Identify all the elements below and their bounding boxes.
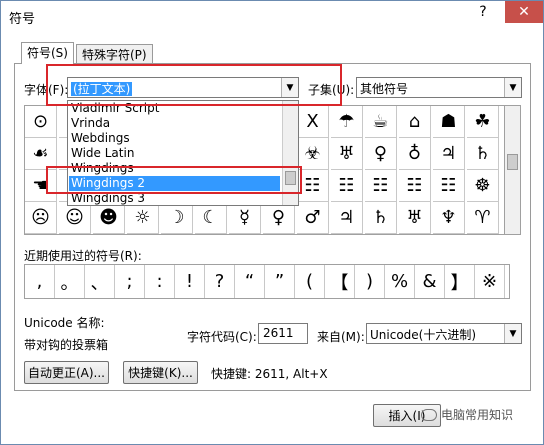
subset-combobox[interactable]: 其他符号 ▼ (356, 77, 522, 98)
tab-symbols[interactable]: 符号(S) (21, 42, 74, 64)
subset-value: 其他符号 (360, 82, 409, 96)
font-combobox[interactable]: (拉丁文本) ▼ (67, 77, 299, 98)
recent-symbol-cell[interactable]: ( (295, 265, 325, 298)
font-dropdown-scrollbar[interactable] (282, 101, 298, 205)
watermark-text: 电脑常用知识 (441, 408, 514, 422)
symbol-cell[interactable]: ⌂ (399, 106, 431, 138)
symbol-cell[interactable]: ♀ (263, 202, 295, 234)
unicode-name-value: 带对钩的投票箱 (24, 338, 109, 352)
symbol-cell[interactable]: ☷ (399, 170, 431, 202)
font-option[interactable]: Wingdings (71, 161, 134, 176)
recent-symbol-cell[interactable]: 、 (85, 265, 115, 298)
from-combobox[interactable]: Unicode(十六进制) ▼ (366, 323, 522, 344)
font-option[interactable]: Webdings (71, 131, 130, 146)
recent-label: 近期使用过的符号(R): (24, 249, 142, 263)
symbol-cell[interactable]: ♃ (433, 138, 465, 170)
symbol-cell[interactable]: ♄ (365, 202, 397, 234)
recent-symbol-cell[interactable]: 。 (55, 265, 85, 298)
from-label: 来自(M): (317, 330, 365, 344)
char-code-label: 字符代码(C): (187, 330, 257, 344)
font-option[interactable]: Vrinda (71, 116, 110, 131)
from-dropdown-arrow-icon[interactable]: ▼ (504, 324, 521, 343)
symbol-cell[interactable]: ☺ (59, 202, 91, 234)
symbol-cell[interactable]: ♀ (365, 138, 397, 170)
shortcut-key-button[interactable]: 快捷键(K)... (123, 361, 198, 384)
close-button[interactable]: ✕ (505, 1, 543, 23)
symbol-cell[interactable]: ☾ (195, 202, 227, 234)
recent-symbol-cell[interactable]: , (25, 265, 55, 298)
subset-dropdown-arrow-icon[interactable]: ▼ (504, 78, 521, 97)
help-button[interactable]: ? (461, 1, 505, 23)
subset-label: 子集(U): (308, 83, 355, 97)
symbol-cell[interactable]: Χ (297, 106, 329, 138)
font-option[interactable]: Vladimir Script (71, 101, 159, 116)
symbol-cell[interactable]: ☚ (25, 170, 57, 202)
font-option-selected[interactable]: Wingdings 2 (69, 176, 280, 191)
symbol-cell[interactable]: ♅ (331, 138, 363, 170)
recent-symbol-cell[interactable]: % (385, 265, 415, 298)
recent-symbol-cell[interactable]: : (145, 265, 175, 298)
symbol-cell[interactable]: ☼ (127, 202, 159, 234)
recent-symbols-row: ,。、;:!? “”(【)% &】 ※ (24, 264, 510, 299)
recent-symbol-cell[interactable]: ; (115, 265, 145, 298)
recent-symbol-cell[interactable]: ” (265, 265, 295, 298)
recent-symbol-cell[interactable]: 【 (325, 265, 355, 298)
symbol-cell[interactable]: ♂ (297, 202, 329, 234)
symbol-cell[interactable]: ☷ (365, 170, 397, 202)
symbol-cell[interactable]: ☸ (467, 170, 499, 202)
symbol-cell[interactable]: ♈ (467, 202, 499, 234)
symbol-grid-scrollbar[interactable] (504, 105, 521, 235)
recent-symbol-cell[interactable]: ) (355, 265, 385, 298)
shortcut-info: 快捷键: 2611, Alt+X (211, 367, 328, 381)
symbol-cell[interactable]: ♃ (331, 202, 363, 234)
font-value: (拉丁文本) (71, 82, 133, 96)
symbol-cell[interactable]: ☷ (433, 170, 465, 202)
watermark: 电脑常用知识 (421, 406, 513, 423)
symbol-cell[interactable]: ♄ (467, 138, 499, 170)
symbol-cell[interactable]: ☣ (297, 138, 329, 170)
symbol-cell[interactable]: ☻ (93, 202, 125, 234)
font-dropdown-list: Vladimir Script Vrinda Webdings Wide Lat… (67, 100, 299, 206)
recent-symbol-cell[interactable]: ※ (475, 265, 505, 298)
symbol-cell[interactable]: ☷ (331, 170, 363, 202)
recent-symbol-cell[interactable]: “ (235, 265, 265, 298)
recent-symbol-cell[interactable]: 】 (445, 265, 475, 298)
font-option[interactable]: Wide Latin (71, 146, 134, 161)
scrollbar-thumb[interactable] (507, 154, 518, 170)
wechat-icon (421, 408, 437, 421)
symbol-dialog: 符号 ? ✕ 符号(S) 特殊字符(P) 字体(F): (拉丁文本) ▼ 子集(… (0, 0, 544, 445)
recent-symbol-cell[interactable]: ? (205, 265, 235, 298)
symbol-cell[interactable]: ☽ (161, 202, 193, 234)
recent-symbol-cell[interactable]: ! (175, 265, 205, 298)
symbol-cell[interactable]: ☷ (297, 170, 329, 202)
symbol-cell[interactable]: ☹ (25, 202, 57, 234)
symbol-cell[interactable]: ♁ (399, 138, 431, 170)
autocorrect-button[interactable]: 自动更正(A)... (24, 361, 109, 384)
tab-special-characters[interactable]: 特殊字符(P) (76, 44, 153, 63)
symbol-cell[interactable]: ☘ (467, 106, 499, 138)
symbol-cell[interactable]: ☙ (25, 138, 57, 170)
title-bar: 符号 ? ✕ (1, 1, 543, 31)
recent-symbol-cell[interactable]: & (415, 265, 445, 298)
symbol-cell[interactable]: ☿ (229, 202, 261, 234)
scrollbar-thumb[interactable] (285, 171, 296, 185)
symbol-cell[interactable]: ☂ (331, 106, 363, 138)
font-label: 字体(F): (24, 83, 69, 97)
dialog-title: 符号 (9, 12, 36, 27)
unicode-name-label: Unicode 名称: (24, 316, 105, 330)
symbol-cell[interactable]: ♆ (433, 202, 465, 234)
symbol-cell[interactable]: ⊙ (25, 106, 57, 138)
from-value: Unicode(十六进制) (370, 328, 477, 342)
symbol-cell[interactable]: ☕ (365, 106, 397, 138)
symbol-cell[interactable]: ☗ (433, 106, 465, 138)
font-dropdown-arrow-icon[interactable]: ▼ (281, 78, 298, 97)
char-code-input[interactable]: 2611 (258, 323, 308, 344)
font-option[interactable]: Wingdings 3 (71, 191, 145, 205)
symbol-cell[interactable]: ♅ (399, 202, 431, 234)
